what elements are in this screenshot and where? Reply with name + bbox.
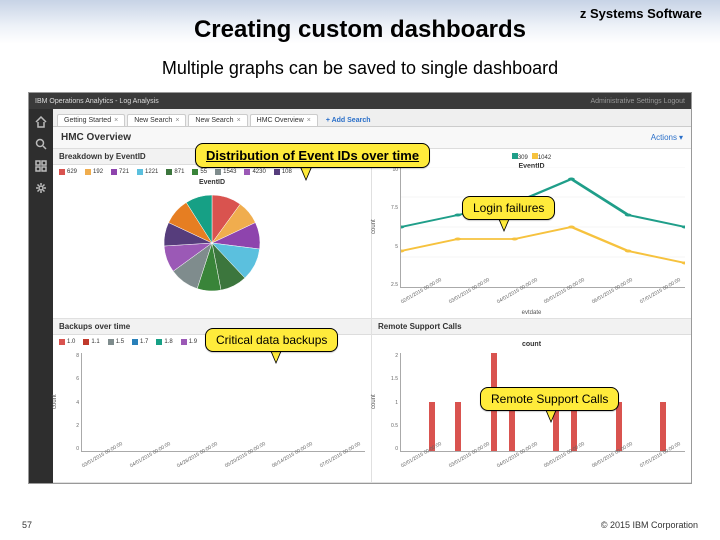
y-ticks: 107.552.5 bbox=[386, 167, 398, 288]
x-ticks: 02/01/2015 00:00:0003/01/2015 00:00:0004… bbox=[400, 300, 685, 306]
dashboard-grid: Breakdown by EventID 6291927211221871551… bbox=[53, 149, 691, 483]
y-ticks: 86420 bbox=[67, 353, 79, 452]
callout-critical-backups: Critical data backups bbox=[205, 328, 338, 352]
tab-label: New Search bbox=[195, 117, 233, 124]
callout-remote-support: Remote Support Calls bbox=[480, 387, 619, 411]
pie-legend: 62919272112218715515434230108 bbox=[59, 169, 365, 175]
app-header: IBM Operations Analytics - Log Analysis … bbox=[29, 93, 691, 109]
close-icon[interactable]: × bbox=[114, 117, 118, 124]
tab-label: HMC Overview bbox=[257, 117, 304, 124]
y-ticks: 21.510.50 bbox=[386, 353, 398, 452]
y-axis-label: count bbox=[52, 394, 58, 409]
panel-eventid-line: 3091042 EventID count 107.552.5 02/01/20… bbox=[372, 149, 691, 319]
x-ticks: 03/01/2015 00:00:0004/01/2015 00:00:0004… bbox=[81, 464, 365, 470]
x-axis-label: evtdate bbox=[522, 310, 542, 316]
pie-chart bbox=[59, 188, 365, 298]
add-search-button[interactable]: + Add Search bbox=[320, 115, 377, 126]
x-ticks: 02/01/2015 00:00:0003/01/2015 00:00:0004… bbox=[400, 464, 685, 470]
tab-new-search-2[interactable]: New Search × bbox=[188, 114, 247, 126]
panel-title: Remote Support Calls bbox=[372, 319, 691, 335]
dashboard-icon[interactable] bbox=[35, 159, 47, 171]
callout-login-failures: Login failures bbox=[462, 196, 555, 220]
slide: z Systems Software Creating custom dashb… bbox=[0, 0, 720, 540]
gear-icon[interactable] bbox=[35, 181, 47, 193]
y-axis-label: count bbox=[371, 394, 377, 409]
slide-title: Creating custom dashboards bbox=[0, 16, 720, 44]
home-icon[interactable] bbox=[35, 115, 47, 127]
page-number: 57 bbox=[22, 520, 32, 530]
panel-body: 62919272112218715515434230108 EventID bbox=[53, 165, 371, 318]
tab-hmc-overview[interactable]: HMC Overview× bbox=[250, 114, 318, 126]
actions-label: Actions bbox=[651, 133, 677, 142]
tab-label: New Search bbox=[134, 117, 172, 124]
line-plot bbox=[400, 167, 685, 288]
y-axis-label: count bbox=[371, 219, 377, 234]
dashboard-title: HMC Overview bbox=[61, 132, 131, 143]
tabbar: Getting Started× New Search× New Search×… bbox=[53, 109, 691, 127]
slide-subtitle: Multiple graphs can be saved to single d… bbox=[0, 58, 720, 79]
backups-plot bbox=[81, 353, 365, 452]
left-rail bbox=[29, 109, 53, 483]
close-icon[interactable]: × bbox=[237, 117, 241, 124]
tab-getting-started[interactable]: Getting Started× bbox=[57, 114, 125, 126]
close-icon[interactable]: × bbox=[307, 117, 311, 124]
search-icon[interactable] bbox=[35, 137, 47, 149]
actions-menu[interactable]: Actions ▾ bbox=[651, 133, 683, 142]
panel-body: 1.01.11.51.71.81.93.04.06.09.0 count 864… bbox=[53, 335, 371, 482]
remote-center-title: count bbox=[378, 341, 685, 348]
callout-distribution: Distribution of Event IDs over time bbox=[195, 143, 430, 168]
tab-new-search-1[interactable]: New Search× bbox=[127, 114, 186, 126]
pie-center-title: EventID bbox=[59, 179, 365, 186]
tab-label: Getting Started bbox=[64, 117, 111, 124]
copyright: © 2015 IBM Corporation bbox=[601, 520, 698, 530]
panel-breakdown-eventid: Breakdown by EventID 6291927211221871551… bbox=[53, 149, 372, 319]
app-product-label: IBM Operations Analytics - Log Analysis bbox=[35, 98, 159, 105]
app-header-right: Administrative Settings Logout bbox=[590, 98, 685, 105]
close-icon[interactable]: × bbox=[175, 117, 179, 124]
panel-body: 3091042 EventID count 107.552.5 02/01/20… bbox=[372, 149, 691, 318]
chevron-down-icon: ▾ bbox=[679, 133, 683, 142]
